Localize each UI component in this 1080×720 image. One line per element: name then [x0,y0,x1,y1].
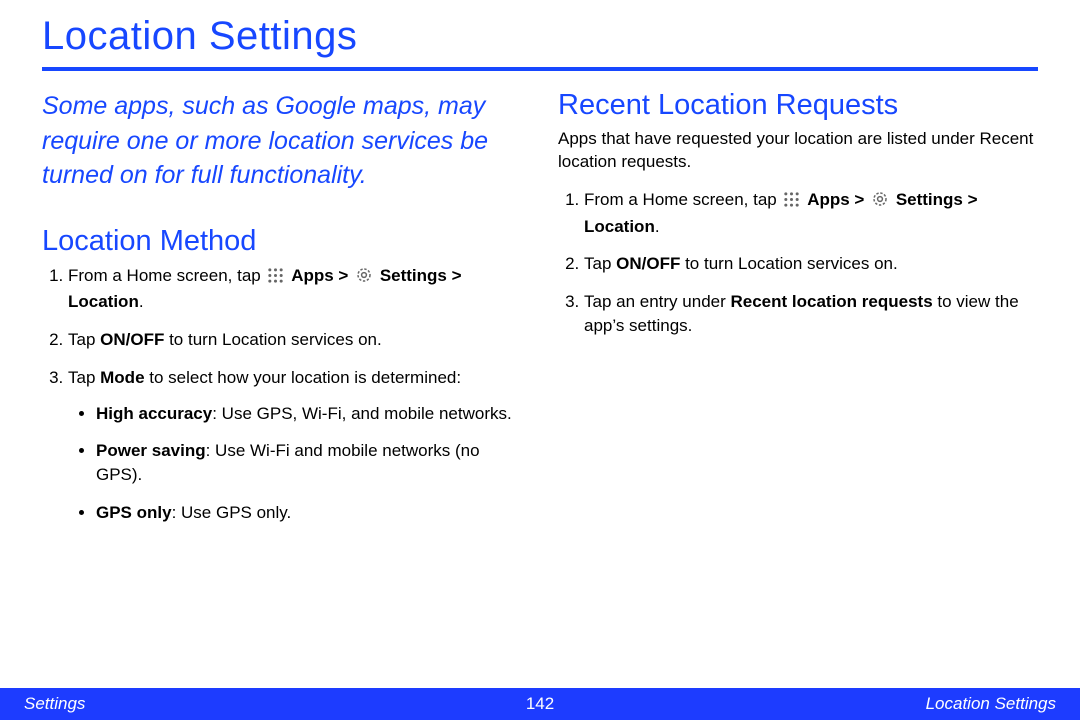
text: to turn Location services on. [164,330,381,349]
footer-page-number: 142 [526,694,554,714]
bold-text: GPS only [96,503,172,522]
list-item: Tap ON/OFF to turn Location services on. [68,328,522,352]
text: Tap [68,330,100,349]
bold-text: Recent location requests [730,292,932,311]
section-heading-location-method: Location Method [42,225,522,258]
bold-text: High accuracy [96,404,212,423]
text: From a Home screen, tap [584,190,781,209]
bold-text: ON/OFF [616,254,680,273]
list-item: From a Home screen, tap Apps > Settings … [584,188,1038,239]
lead-paragraph: Some apps, such as Google maps, may requ… [42,89,522,193]
bold-text: Apps > [291,266,353,285]
bold-text: Apps > [807,190,869,209]
section-intro: Apps that have requested your location a… [558,128,1038,174]
left-column: Some apps, such as Google maps, may requ… [42,89,522,539]
footer-left: Settings [24,694,85,714]
text: Tap [584,254,616,273]
page-title: Location Settings [42,0,1038,67]
recent-requests-steps: From a Home screen, tap Apps > Settings … [558,188,1038,338]
apps-grid-icon [783,191,800,215]
apps-grid-icon [267,267,284,291]
right-column: Recent Location Requests Apps that have … [558,89,1038,539]
text: . [655,217,660,236]
location-method-steps: From a Home screen, tap Apps > Settings … [42,264,522,525]
list-item: From a Home screen, tap Apps > Settings … [68,264,522,315]
text: to select how your location is determine… [145,368,462,387]
title-rule [42,67,1038,71]
list-item: High accuracy: Use GPS, Wi-Fi, and mobil… [96,402,516,426]
text: Tap an entry under [584,292,730,311]
settings-gear-icon [871,190,889,215]
list-item: Tap Mode to select how your location is … [68,366,522,525]
bold-text: Power saving [96,441,206,460]
footer-right: Location Settings [926,694,1056,714]
text: . [139,292,144,311]
list-item: Tap an entry under Recent location reque… [584,290,1038,338]
text: : Use GPS, Wi-Fi, and mobile networks. [212,404,511,423]
two-column-layout: Some apps, such as Google maps, may requ… [42,89,1038,539]
page-footer: Settings 142 Location Settings [0,688,1080,720]
document-page: Location Settings Some apps, such as Goo… [0,0,1080,720]
bold-text: ON/OFF [100,330,164,349]
text: From a Home screen, tap [68,266,265,285]
list-item: GPS only: Use GPS only. [96,501,516,525]
list-item: Tap ON/OFF to turn Location services on. [584,252,1038,276]
section-heading-recent-requests: Recent Location Requests [558,89,1038,122]
bold-text: Mode [100,368,144,387]
text: Tap [68,368,100,387]
settings-gear-icon [355,266,373,291]
mode-options: High accuracy: Use GPS, Wi-Fi, and mobil… [68,402,516,525]
list-item: Power saving: Use Wi-Fi and mobile netwo… [96,439,516,487]
text: : Use GPS only. [172,503,292,522]
text: to turn Location services on. [680,254,897,273]
